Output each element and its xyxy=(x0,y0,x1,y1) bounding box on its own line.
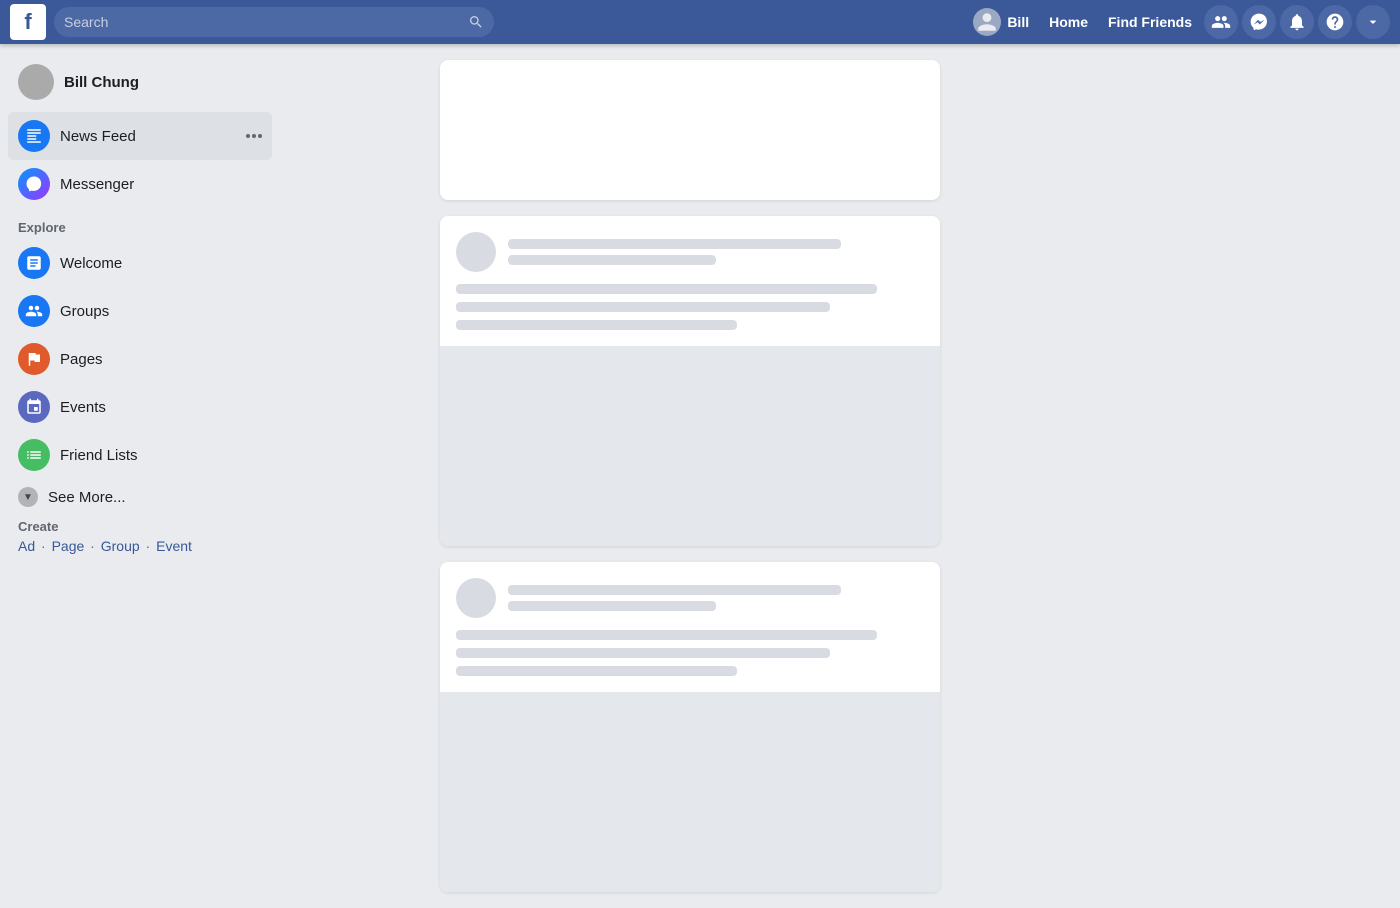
skeleton-body xyxy=(456,630,924,676)
avatar xyxy=(18,64,54,100)
skeleton-line xyxy=(456,666,737,676)
create-ad-link[interactable]: Ad xyxy=(18,538,35,554)
create-section: Create Ad · Page · Group · Event xyxy=(8,515,272,562)
sidebar-item-friend-lists[interactable]: Friend Lists xyxy=(8,431,272,479)
welcome-label: Welcome xyxy=(60,255,122,272)
right-sidebar xyxy=(1100,44,1400,908)
sidebar-item-messenger[interactable]: Messenger xyxy=(8,160,272,208)
messenger-label: Messenger xyxy=(60,176,134,193)
skeleton-line xyxy=(456,648,830,658)
post-card xyxy=(440,60,940,200)
see-more-label: See More... xyxy=(48,489,126,506)
topnav-right: Bill Home Find Friends xyxy=(965,4,1390,40)
skeleton-line xyxy=(508,239,841,249)
messenger-icon xyxy=(1249,12,1269,32)
find-friends-link[interactable]: Find Friends xyxy=(1100,10,1200,34)
pages-label: Pages xyxy=(60,351,103,368)
user-name-label: Bill xyxy=(1007,14,1029,30)
skeleton-line xyxy=(456,630,877,640)
post-card xyxy=(440,562,940,892)
home-link[interactable]: Home xyxy=(1041,10,1096,34)
sidebar-item-pages[interactable]: Pages xyxy=(8,335,272,383)
groups-label: Groups xyxy=(60,303,109,320)
news-feed-label: News Feed xyxy=(60,128,136,145)
skeleton-header xyxy=(456,578,924,618)
create-section-title: Create xyxy=(18,519,262,534)
search-icon xyxy=(468,14,484,30)
account-dropdown-btn[interactable] xyxy=(1356,5,1390,39)
create-page-link[interactable]: Page xyxy=(52,538,85,554)
messenger-nav-icon xyxy=(18,168,50,200)
notifications-icon-btn[interactable] xyxy=(1280,5,1314,39)
events-label: Events xyxy=(60,399,106,416)
search-input[interactable] xyxy=(64,14,464,30)
user-menu[interactable]: Bill xyxy=(965,4,1037,40)
avatar xyxy=(973,8,1001,36)
skeleton-header xyxy=(456,232,924,272)
news-feed-icon xyxy=(18,120,50,152)
messenger-icon-btn[interactable] xyxy=(1242,5,1276,39)
friend-lists-icon xyxy=(18,439,50,471)
sidebar: Bill Chung News Feed Messenger E xyxy=(0,44,280,694)
help-icon xyxy=(1325,12,1345,32)
skeleton-header-lines xyxy=(508,585,924,611)
page-layout: Bill Chung News Feed Messenger E xyxy=(0,44,1400,908)
post-card xyxy=(440,216,940,546)
post-card-inner xyxy=(440,216,940,346)
chevron-down-icon xyxy=(1365,14,1381,30)
pages-icon xyxy=(18,343,50,375)
groups-icon xyxy=(18,295,50,327)
skeleton-body xyxy=(456,284,924,330)
skeleton-image xyxy=(440,692,940,892)
top-navigation: f Bill Home Find Friends xyxy=(0,0,1400,44)
sidebar-user-name: Bill Chung xyxy=(64,74,139,91)
friend-lists-label: Friend Lists xyxy=(60,447,138,464)
news-feed-more-btn[interactable] xyxy=(246,134,262,138)
people-icon xyxy=(1211,12,1231,32)
skeleton-header-lines xyxy=(508,239,924,265)
post-card-inner xyxy=(440,562,940,692)
skeleton-line xyxy=(456,284,877,294)
skeleton-line xyxy=(456,320,737,330)
create-links: Ad · Page · Group · Event xyxy=(18,538,262,554)
bell-icon xyxy=(1287,12,1307,32)
skeleton-line xyxy=(508,255,716,265)
sidebar-item-news-feed[interactable]: News Feed xyxy=(8,112,272,160)
events-icon xyxy=(18,391,50,423)
feed-column xyxy=(440,60,940,892)
skeleton-avatar xyxy=(456,232,496,272)
friend-requests-icon-btn[interactable] xyxy=(1204,5,1238,39)
create-group-link[interactable]: Group xyxy=(101,538,140,554)
post-card-placeholder xyxy=(440,60,940,200)
sidebar-item-events[interactable]: Events xyxy=(8,383,272,431)
skeleton-line xyxy=(508,585,841,595)
search-bar[interactable] xyxy=(54,7,494,37)
skeleton-image xyxy=(440,346,940,546)
sidebar-item-welcome[interactable]: Welcome xyxy=(8,239,272,287)
create-event-link[interactable]: Event xyxy=(156,538,192,554)
welcome-icon xyxy=(18,247,50,279)
skeleton-line xyxy=(456,302,830,312)
skeleton-line xyxy=(508,601,716,611)
explore-section-title: Explore xyxy=(8,208,272,239)
sidebar-user-profile[interactable]: Bill Chung xyxy=(8,56,272,108)
help-icon-btn[interactable] xyxy=(1318,5,1352,39)
main-content xyxy=(280,44,1100,908)
skeleton-avatar xyxy=(456,578,496,618)
sidebar-item-groups[interactable]: Groups xyxy=(8,287,272,335)
see-more-chevron-icon: ▼ xyxy=(18,487,38,507)
see-more-item[interactable]: ▼ See More... xyxy=(8,479,272,515)
facebook-logo[interactable]: f xyxy=(10,4,46,40)
